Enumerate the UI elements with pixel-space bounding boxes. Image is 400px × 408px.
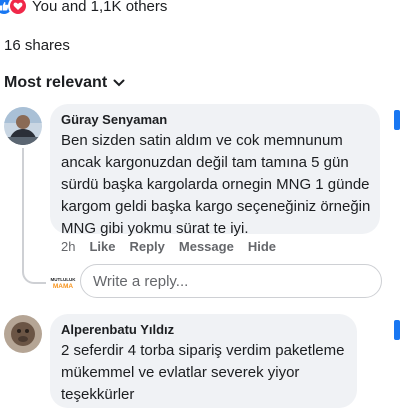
message-button[interactable]: Message [179, 239, 234, 254]
chevron-down-icon [113, 79, 125, 87]
hide-button[interactable]: Hide [248, 239, 276, 254]
comment-line: sürdü başka kargolarda ornegin MNG 1 gün… [61, 176, 370, 193]
reply-button[interactable]: Reply [129, 239, 164, 254]
filter-label: Most relevant [4, 74, 108, 91]
reply-thread-line [22, 148, 46, 284]
comment-line: 2 seferdir 4 torba sipariş verdim paketl… [61, 342, 345, 359]
svg-text:MUTLULUK: MUTLULUK [51, 277, 77, 282]
comment-line: ancak kargonuzdan değil tam tamına 5 gün [61, 154, 349, 171]
commenter-avatar[interactable] [4, 107, 42, 145]
svg-text:MAMA: MAMA [53, 283, 74, 290]
comment-line: mükemmel ve evlatlar severek yiyor [61, 364, 300, 381]
comment-line: Ben sizden satin aldım ve cok memnunum [61, 132, 343, 149]
comment-filter-dropdown[interactable]: Most relevant [4, 74, 125, 92]
love-icon [8, 0, 28, 16]
comment-line: kargom geldi başka kargo seçeneğiniz örn… [61, 198, 371, 215]
adjacent-panel-edge [394, 320, 400, 340]
reply-input[interactable] [80, 264, 382, 298]
adjacent-panel-edge [394, 110, 400, 130]
reactions-count-text: You and 1,1K others [32, 0, 168, 15]
page-logo: MUTLULUK MAMA [50, 276, 77, 290]
comment-author[interactable]: Güray Senyaman [61, 112, 167, 127]
comment-timestamp[interactable]: 2h [61, 239, 75, 254]
shares-count[interactable]: 16 shares [4, 37, 70, 54]
comment-actions: 2h Like Reply Message Hide [61, 239, 290, 254]
comment-body: 2 seferdir 4 torba sipariş verdim paketl… [61, 340, 361, 406]
commenter-avatar[interactable] [4, 315, 42, 353]
like-button[interactable]: Like [89, 239, 115, 254]
reactions-summary[interactable]: You and 1,1K others [0, 0, 167, 17]
comment-line: MNG gibi yokmu sürat te iyi. [61, 220, 249, 237]
comment-body: Ben sizden satin aldım ve cok memnunum a… [61, 130, 381, 240]
comment-line: teşekkürler [61, 386, 135, 403]
comment-author[interactable]: Alperenbatu Yıldız [61, 322, 174, 337]
